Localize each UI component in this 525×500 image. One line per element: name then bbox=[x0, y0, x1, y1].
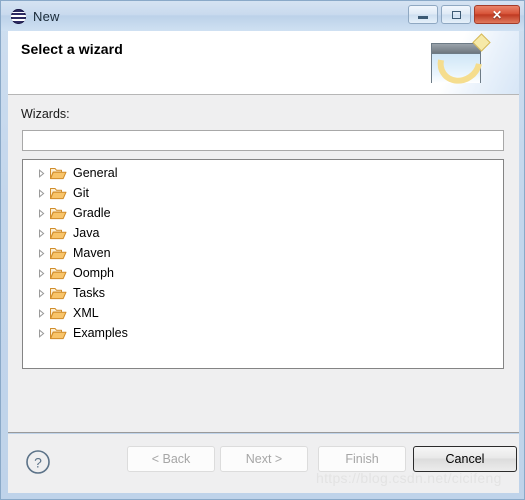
folder-icon bbox=[50, 186, 68, 200]
folder-icon bbox=[50, 326, 68, 340]
tree-item-label: Examples bbox=[73, 326, 128, 340]
expand-arrow-icon[interactable] bbox=[37, 208, 50, 218]
tree-item-label: XML bbox=[73, 306, 99, 320]
close-icon: ✕ bbox=[491, 7, 503, 22]
window-controls: ✕ bbox=[408, 5, 520, 24]
expand-arrow-icon[interactable] bbox=[37, 328, 50, 338]
cancel-button[interactable]: Cancel bbox=[413, 446, 517, 472]
folder-icon bbox=[50, 226, 68, 240]
tree-item[interactable]: Oomph bbox=[23, 263, 503, 283]
back-button[interactable]: < Back bbox=[127, 446, 215, 472]
folder-icon bbox=[50, 246, 68, 260]
folder-icon bbox=[50, 286, 68, 300]
svg-text:?: ? bbox=[34, 455, 42, 471]
tree-item[interactable]: Java bbox=[23, 223, 503, 243]
wizard-banner-icon bbox=[399, 31, 519, 94]
expand-arrow-icon[interactable] bbox=[37, 308, 50, 318]
expand-arrow-icon[interactable] bbox=[37, 188, 50, 198]
tree-item-label: Maven bbox=[73, 246, 111, 260]
tree-item[interactable]: Gradle bbox=[23, 203, 503, 223]
tree-item-label: Git bbox=[73, 186, 89, 200]
minimize-icon bbox=[418, 16, 428, 19]
maximize-button[interactable] bbox=[441, 5, 471, 24]
wizard-filter-input[interactable] bbox=[22, 130, 504, 151]
folder-icon bbox=[50, 206, 68, 220]
finish-button[interactable]: Finish bbox=[318, 446, 406, 472]
tree-item-label: Tasks bbox=[73, 286, 105, 300]
help-question-icon[interactable]: ? bbox=[25, 449, 51, 475]
close-button[interactable]: ✕ bbox=[474, 5, 520, 24]
next-button[interactable]: Next > bbox=[220, 446, 308, 472]
wizards-label: Wizards: bbox=[21, 107, 70, 121]
folder-icon bbox=[50, 166, 68, 180]
expand-arrow-icon[interactable] bbox=[37, 288, 50, 298]
page-title: Select a wizard bbox=[21, 41, 123, 57]
new-wizard-dialog: New ✕ Select a wizard Wizards: General G… bbox=[0, 0, 525, 500]
maximize-icon bbox=[451, 10, 461, 19]
dialog-content: Wizards: General Git Gradle Java Maven Oomph T… bbox=[8, 95, 519, 433]
tree-item[interactable]: XML bbox=[23, 303, 503, 323]
tree-item-label: Java bbox=[73, 226, 100, 240]
title-bar-left: New bbox=[1, 8, 60, 24]
expand-arrow-icon[interactable] bbox=[37, 168, 50, 178]
eclipse-icon bbox=[11, 8, 26, 24]
expand-arrow-icon[interactable] bbox=[37, 268, 50, 278]
tree-item[interactable]: Tasks bbox=[23, 283, 503, 303]
tree-item[interactable]: Git bbox=[23, 183, 503, 203]
folder-icon bbox=[50, 306, 68, 320]
folder-icon bbox=[50, 266, 68, 280]
tree-item-label: General bbox=[73, 166, 118, 180]
expand-arrow-icon[interactable] bbox=[37, 248, 50, 258]
wizard-tree[interactable]: General Git Gradle Java Maven Oomph Tasks XML Ex… bbox=[22, 159, 504, 369]
tree-item[interactable]: Examples bbox=[23, 323, 503, 343]
expand-arrow-icon[interactable] bbox=[37, 228, 50, 238]
tree-item-label: Oomph bbox=[73, 266, 114, 280]
minimize-button[interactable] bbox=[408, 5, 438, 24]
dialog-header: Select a wizard bbox=[8, 31, 519, 95]
tree-item[interactable]: Maven bbox=[23, 243, 503, 263]
tree-item-label: Gradle bbox=[73, 206, 111, 220]
window-title: New bbox=[33, 8, 60, 24]
title-bar[interactable]: New ✕ bbox=[1, 1, 524, 31]
tree-item[interactable]: General bbox=[23, 163, 503, 183]
dialog-button-bar: ? < Back Next > Finish Cancel bbox=[8, 434, 519, 493]
